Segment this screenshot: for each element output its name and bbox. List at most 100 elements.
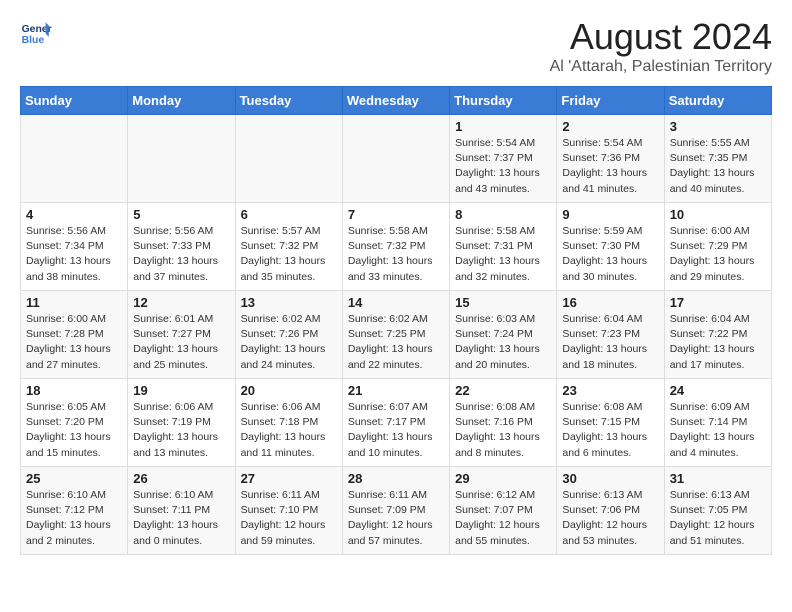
calendar-cell: 15Sunrise: 6:03 AM Sunset: 7:24 PM Dayli… [450, 291, 557, 379]
calendar-cell: 6 Sunrise: 5:57 AM Sunset: 7:32 PM Daylig… [235, 203, 342, 291]
day-number: 26 [133, 471, 229, 486]
day-info: Sunrise: 6:06 AM Sunset: 7:18 PM Dayligh… [241, 400, 337, 461]
day-info: Sunrise: 6:11 AM Sunset: 7:10 PM Dayligh… [241, 488, 337, 549]
calendar-cell [235, 115, 342, 203]
header-friday: Friday [557, 87, 664, 115]
day-info: Sunrise: 6:04 AM Sunset: 7:22 PM Dayligh… [670, 312, 766, 373]
day-info: Sunrise: 6:02 AM Sunset: 7:25 PM Dayligh… [348, 312, 444, 373]
day-info: Sunrise: 6:10 AM Sunset: 7:11 PM Dayligh… [133, 488, 229, 549]
calendar-cell: 24 Sunrise: 6:09 AM Sunset: 7:14 PM Dayli… [664, 379, 771, 467]
logo-icon: General Blue [20, 16, 52, 48]
day-info: Sunrise: 5:56 AM Sunset: 7:34 PM Dayligh… [26, 224, 122, 285]
calendar-cell: 22Sunrise: 6:08 AM Sunset: 7:16 PM Dayli… [450, 379, 557, 467]
calendar-cell: 21Sunrise: 6:07 AM Sunset: 7:17 PM Dayli… [342, 379, 449, 467]
day-info: Sunrise: 6:02 AM Sunset: 7:26 PM Dayligh… [241, 312, 337, 373]
day-number: 27 [241, 471, 337, 486]
calendar-cell: 10 Sunrise: 6:00 AM Sunset: 7:29 PM Dayli… [664, 203, 771, 291]
calendar-cell: 20Sunrise: 6:06 AM Sunset: 7:18 PM Dayli… [235, 379, 342, 467]
calendar-cell: 29 Sunrise: 6:12 AM Sunset: 7:07 PM Dayli… [450, 467, 557, 555]
day-number: 11 [26, 295, 122, 310]
calendar-cell: 11 Sunrise: 6:00 AM Sunset: 7:28 PM Dayli… [21, 291, 128, 379]
day-number: 23 [562, 383, 658, 398]
day-info: Sunrise: 5:54 AM Sunset: 7:36 PM Dayligh… [562, 136, 658, 197]
day-info: Sunrise: 6:06 AM Sunset: 7:19 PM Dayligh… [133, 400, 229, 461]
day-info: Sunrise: 6:08 AM Sunset: 7:15 PM Dayligh… [562, 400, 658, 461]
day-number: 18 [26, 383, 122, 398]
day-number: 9 [562, 207, 658, 222]
day-number: 2 [562, 119, 658, 134]
header-thursday: Thursday [450, 87, 557, 115]
calendar-cell: 1 Sunrise: 5:54 AM Sunset: 7:37 PM Daylig… [450, 115, 557, 203]
calendar-cell: 28Sunrise: 6:11 AM Sunset: 7:09 PM Dayli… [342, 467, 449, 555]
day-info: Sunrise: 6:10 AM Sunset: 7:12 PM Dayligh… [26, 488, 122, 549]
calendar-cell: 27 Sunrise: 6:11 AM Sunset: 7:10 PM Dayli… [235, 467, 342, 555]
logo: General Blue [20, 16, 52, 48]
day-info: Sunrise: 6:01 AM Sunset: 7:27 PM Dayligh… [133, 312, 229, 373]
calendar-cell: 9 Sunrise: 5:59 AM Sunset: 7:30 PM Daylig… [557, 203, 664, 291]
svg-text:Blue: Blue [22, 35, 45, 46]
calendar-cell: 23 Sunrise: 6:08 AM Sunset: 7:15 PM Dayli… [557, 379, 664, 467]
day-number: 25 [26, 471, 122, 486]
day-number: 12 [133, 295, 229, 310]
calendar-cell: 19 Sunrise: 6:06 AM Sunset: 7:19 PM Dayli… [128, 379, 235, 467]
calendar-cell: 16Sunrise: 6:04 AM Sunset: 7:23 PM Dayli… [557, 291, 664, 379]
title-block: August 2024 Al 'Attarah, Palestinian Ter… [550, 16, 772, 76]
day-number: 19 [133, 383, 229, 398]
calendar-cell: 2 Sunrise: 5:54 AM Sunset: 7:36 PM Daylig… [557, 115, 664, 203]
calendar-week-2: 4 Sunrise: 5:56 AM Sunset: 7:34 PM Daylig… [21, 203, 772, 291]
day-number: 17 [670, 295, 766, 310]
day-number: 4 [26, 207, 122, 222]
calendar-cell: 25 Sunrise: 6:10 AM Sunset: 7:12 PM Dayli… [21, 467, 128, 555]
calendar-cell [21, 115, 128, 203]
calendar-cell: 30Sunrise: 6:13 AM Sunset: 7:06 PM Dayli… [557, 467, 664, 555]
calendar-cell: 4 Sunrise: 5:56 AM Sunset: 7:34 PM Daylig… [21, 203, 128, 291]
day-number: 7 [348, 207, 444, 222]
day-info: Sunrise: 5:57 AM Sunset: 7:32 PM Dayligh… [241, 224, 337, 285]
day-number: 31 [670, 471, 766, 486]
calendar-week-3: 11 Sunrise: 6:00 AM Sunset: 7:28 PM Dayli… [21, 291, 772, 379]
calendar-title: August 2024 [550, 16, 772, 58]
calendar-cell: 8 Sunrise: 5:58 AM Sunset: 7:31 PM Daylig… [450, 203, 557, 291]
day-info: Sunrise: 6:00 AM Sunset: 7:28 PM Dayligh… [26, 312, 122, 373]
calendar-cell [342, 115, 449, 203]
calendar-week-4: 18 Sunrise: 6:05 AM Sunset: 7:20 PM Dayli… [21, 379, 772, 467]
day-number: 10 [670, 207, 766, 222]
calendar-subtitle: Al 'Attarah, Palestinian Territory [550, 58, 772, 76]
day-info: Sunrise: 5:59 AM Sunset: 7:30 PM Dayligh… [562, 224, 658, 285]
calendar-cell: 18 Sunrise: 6:05 AM Sunset: 7:20 PM Dayli… [21, 379, 128, 467]
header-tuesday: Tuesday [235, 87, 342, 115]
day-info: Sunrise: 5:58 AM Sunset: 7:31 PM Dayligh… [455, 224, 551, 285]
page-header: General Blue August 2024 Al 'Attarah, Pa… [20, 16, 772, 76]
calendar-cell: 5Sunrise: 5:56 AM Sunset: 7:33 PM Daylig… [128, 203, 235, 291]
calendar-cell: 12 Sunrise: 6:01 AM Sunset: 7:27 PM Dayli… [128, 291, 235, 379]
header-saturday: Saturday [664, 87, 771, 115]
day-number: 14 [348, 295, 444, 310]
day-info: Sunrise: 6:00 AM Sunset: 7:29 PM Dayligh… [670, 224, 766, 285]
day-info: Sunrise: 6:13 AM Sunset: 7:05 PM Dayligh… [670, 488, 766, 549]
calendar-week-5: 25 Sunrise: 6:10 AM Sunset: 7:12 PM Dayli… [21, 467, 772, 555]
calendar-cell: 13 Sunrise: 6:02 AM Sunset: 7:26 PM Dayli… [235, 291, 342, 379]
day-number: 1 [455, 119, 551, 134]
calendar-week-1: 1 Sunrise: 5:54 AM Sunset: 7:37 PM Daylig… [21, 115, 772, 203]
day-info: Sunrise: 6:09 AM Sunset: 7:14 PM Dayligh… [670, 400, 766, 461]
day-info: Sunrise: 5:55 AM Sunset: 7:35 PM Dayligh… [670, 136, 766, 197]
header-row: Sunday Monday Tuesday Wednesday Thursday… [21, 87, 772, 115]
day-number: 6 [241, 207, 337, 222]
day-info: Sunrise: 6:05 AM Sunset: 7:20 PM Dayligh… [26, 400, 122, 461]
day-number: 16 [562, 295, 658, 310]
day-info: Sunrise: 5:54 AM Sunset: 7:37 PM Dayligh… [455, 136, 551, 197]
calendar-cell: 3 Sunrise: 5:55 AM Sunset: 7:35 PM Daylig… [664, 115, 771, 203]
calendar-table: Sunday Monday Tuesday Wednesday Thursday… [20, 86, 772, 555]
calendar-cell: 14 Sunrise: 6:02 AM Sunset: 7:25 PM Dayli… [342, 291, 449, 379]
day-number: 22 [455, 383, 551, 398]
day-info: Sunrise: 6:12 AM Sunset: 7:07 PM Dayligh… [455, 488, 551, 549]
day-info: Sunrise: 6:03 AM Sunset: 7:24 PM Dayligh… [455, 312, 551, 373]
day-number: 21 [348, 383, 444, 398]
day-number: 3 [670, 119, 766, 134]
day-number: 24 [670, 383, 766, 398]
day-number: 29 [455, 471, 551, 486]
day-number: 13 [241, 295, 337, 310]
header-wednesday: Wednesday [342, 87, 449, 115]
day-number: 8 [455, 207, 551, 222]
header-monday: Monday [128, 87, 235, 115]
